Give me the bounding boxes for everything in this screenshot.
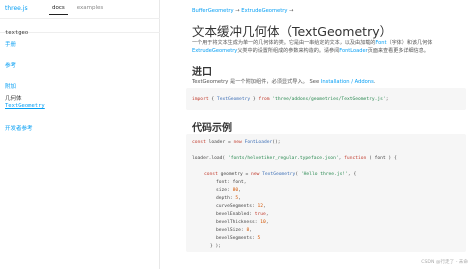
main-content: BufferGeometry → ExtrudeGeometry → 文本缓冲几… xyxy=(186,0,474,269)
search-box xyxy=(0,18,160,40)
code-line: const geometry = new TextGeometry( 'Hell… xyxy=(204,172,357,177)
watermark: CSDN @行走了 - 未命 xyxy=(421,260,468,265)
breadcrumb: BufferGeometry → ExtrudeGeometry → xyxy=(192,8,293,14)
fontloader-link[interactable]: FontLoader xyxy=(339,48,368,54)
page-description: 一个用于将文本生成为单一的几何体的类。它是由一串给定的文本，以及由加载的Font… xyxy=(192,39,472,55)
code-line: } ); xyxy=(210,244,222,249)
font-link[interactable]: Font xyxy=(375,40,386,46)
code-line: curveSegments: 12, xyxy=(216,204,266,209)
code-line: font: font, xyxy=(216,180,247,185)
installation-link[interactable]: Installation / Addons xyxy=(321,79,374,85)
sidebar-item-addons[interactable]: 附加 xyxy=(5,82,16,90)
code-line: bevelThickness: 10, xyxy=(216,220,269,225)
breadcrumb-arrow: → xyxy=(235,8,240,14)
code-line: bevelSize: 8, xyxy=(216,228,252,233)
desc-text: （字体）和该几何体 xyxy=(386,40,433,46)
brand-title[interactable]: three.js xyxy=(5,5,28,12)
code-line: const loader = new FontLoader(); xyxy=(192,140,281,145)
example-heading: 代码示例 xyxy=(192,123,232,134)
tab-docs[interactable]: docs xyxy=(49,4,68,15)
code-line: size: 80, xyxy=(216,188,241,193)
sidebar-item-textgeometry[interactable]: TextGeometry xyxy=(5,103,45,109)
sidebar-item-reference[interactable]: 参考 xyxy=(5,61,16,69)
import-description: TextGeometry 是一个附加组件，必须显式导入。 See Install… xyxy=(192,78,375,85)
desc-text: 页面来查看更多详细信息。 xyxy=(367,48,429,54)
code-line: loader.load( 'fonts/helvetiker_regular.t… xyxy=(192,156,397,161)
import-code-block: import { TextGeometry } from 'three/addo… xyxy=(186,88,466,110)
code-line: bevelSegments: 5 xyxy=(216,236,261,241)
code-line: bevelEnabled: true, xyxy=(216,212,269,217)
page-title: 文本缓冲几何体（TextGeometry） xyxy=(192,24,393,39)
example-code-block: const loader = new FontLoader(); loader.… xyxy=(186,134,466,252)
extrudegeometry-link[interactable]: ExtrudeGeometry xyxy=(192,48,237,54)
breadcrumb-parent[interactable]: BufferGeometry xyxy=(192,8,234,14)
code-line: depth: 5, xyxy=(216,196,241,201)
sidebar: three.js docs examples 手册 参考 附加 几何体 Text… xyxy=(0,0,160,269)
breadcrumb-arrow: → xyxy=(289,8,294,14)
import-text: TextGeometry 是一个附加组件，必须显式导入。 See xyxy=(192,79,320,85)
sidebar-item-developer-reference[interactable]: 开发者参考 xyxy=(5,124,33,132)
import-heading: 进口 xyxy=(192,67,212,78)
sidebar-tabs: docs examples xyxy=(49,4,106,15)
code-line: import { TextGeometry } from 'three/addo… xyxy=(192,97,389,102)
tab-examples[interactable]: examples xyxy=(74,4,107,15)
sidebar-item-geometries: 几何体 xyxy=(5,96,22,102)
sidebar-item-manual[interactable]: 手册 xyxy=(5,40,16,48)
desc-text: 父类中的设置所组成的参数来构造的。请参阅 xyxy=(237,48,340,54)
import-text-end: . xyxy=(373,79,376,85)
desc-text: 一个用于将文本生成为单一的几何体的类。它是由一串给定的文本，以及由加载的 xyxy=(192,40,376,46)
search-input[interactable] xyxy=(0,26,160,40)
breadcrumb-current[interactable]: ExtrudeGeometry xyxy=(241,8,287,14)
